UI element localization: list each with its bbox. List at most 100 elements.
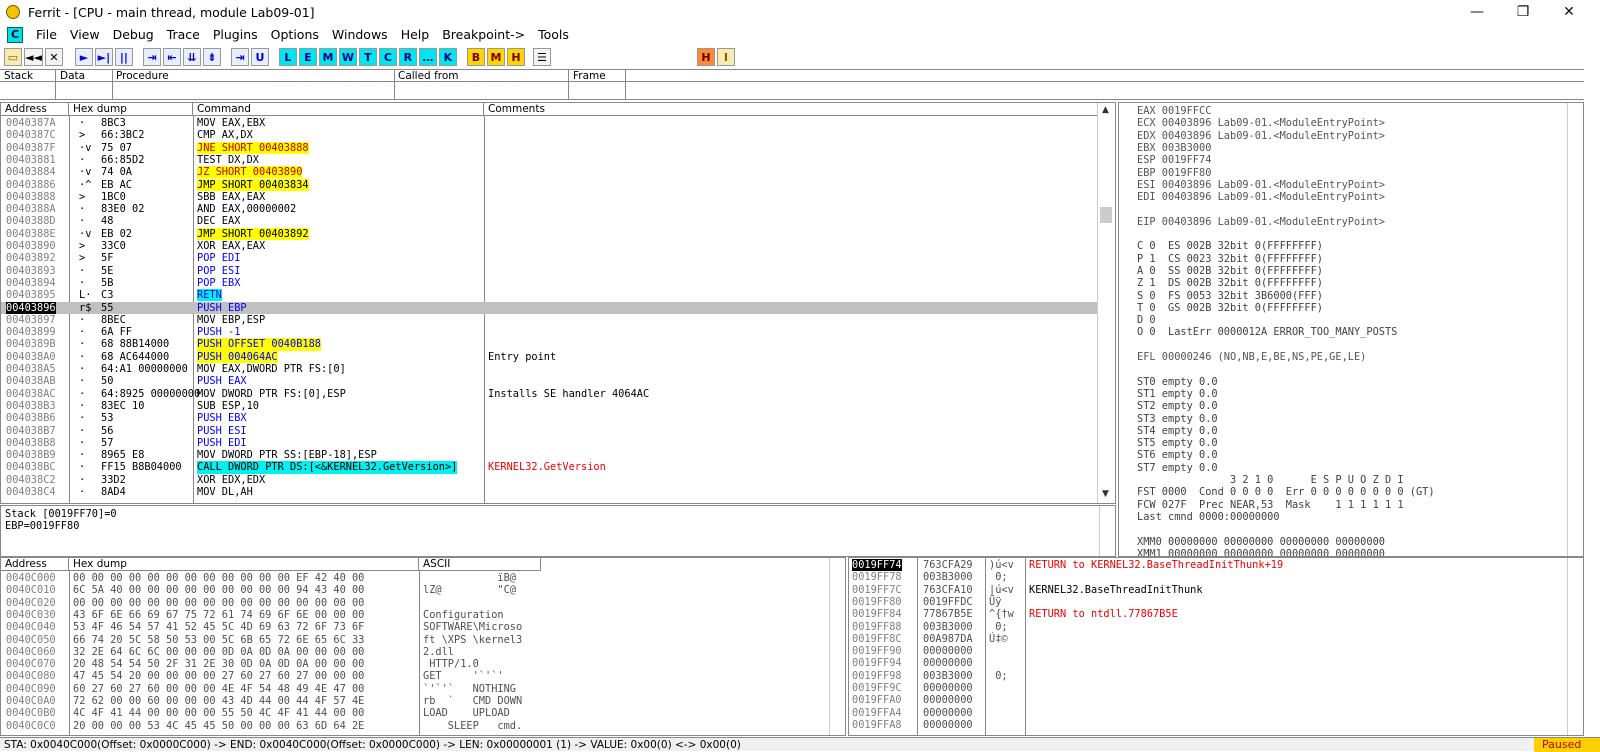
cpu-window-button[interactable]: C: [378, 48, 397, 66]
trace-into-icon[interactable]: ⇊: [182, 48, 201, 66]
windows-window-button[interactable]: W: [338, 48, 357, 66]
threads-window-button[interactable]: T: [358, 48, 377, 66]
cpu-window-icon[interactable]: C: [7, 26, 23, 43]
dump-address-header[interactable]: Address: [1, 558, 69, 571]
dump-row[interactable]: 0040C020 00 00 00 00 00 00 00 00 00 00 00…: [1, 597, 831, 609]
disasm-row[interactable]: 004038B9 · 8965 E8 MOV DWORD PTR SS:[EBP-18…: [1, 449, 1097, 461]
info-pane[interactable]: Stack [0019FF70]=0 EBP=0019FF80: [0, 505, 1116, 557]
stack-row[interactable]: 0019FF7C 763CFA10 |ú<v KERNEL32.BaseThreadI…: [849, 584, 1567, 596]
dump-row[interactable]: 0040C090 60 27 60 27 60 00 00 00 4E 4F 54…: [1, 683, 831, 695]
stack-row[interactable]: 0019FF9C 00000000: [849, 682, 1567, 694]
stack-row[interactable]: 0019FFA0 00000000: [849, 694, 1567, 706]
toolbar-h-button[interactable]: H: [696, 48, 715, 66]
registers-pane[interactable]: EAX 0019FFCC ECX 00403896 Lab09-01.<Modul…: [1118, 102, 1584, 557]
disasm-row[interactable]: 00403892 >5F POP EDI: [1, 252, 1097, 264]
scroll-thumb[interactable]: [1100, 207, 1112, 223]
execute-till-user-code-icon[interactable]: U: [250, 48, 269, 66]
dump-row[interactable]: 0040C070 20 48 54 54 50 2F 31 2E 30 0D 0A…: [1, 658, 831, 670]
dump-scrollbar[interactable]: [829, 558, 845, 735]
stack-row[interactable]: 0019FF74 763CFA29)ú<v RETURN to KERNEL32.B…: [849, 559, 1567, 572]
menu-help[interactable]: Help: [401, 27, 430, 42]
frame-col-header[interactable]: Frame: [573, 70, 606, 82]
references-window-button[interactable]: R: [398, 48, 417, 66]
disasm-row[interactable]: 0040388A · 83E0 02 AND EAX,00000002: [1, 203, 1097, 215]
disasm-row[interactable]: 0040387C >66:3BC2 CMP AX,DX: [1, 129, 1097, 141]
disasm-row[interactable]: 004038B6 · 53 PUSH EBX: [1, 412, 1097, 424]
stack-row[interactable]: 0019FFA4 00000000: [849, 707, 1567, 719]
stack-row[interactable]: 0019FF98 003B3000 0;: [849, 670, 1567, 682]
open-folder-icon[interactable]: ▭: [4, 48, 22, 66]
disasm-row[interactable]: 004038B3 · 83EC 10 SUB ESP,10: [1, 400, 1097, 412]
menu-file[interactable]: File: [36, 27, 57, 42]
disasm-row[interactable]: 004038B7 · 56 PUSH ESI: [1, 425, 1097, 437]
dump-row[interactable]: 0040C080 47 45 54 20 00 00 00 00 27 60 27…: [1, 670, 831, 682]
dump-ascii-header[interactable]: ASCII: [419, 558, 541, 571]
menu-debug[interactable]: Debug: [113, 27, 154, 42]
breakpoints-window-button[interactable]: B: [466, 48, 485, 66]
registers-scrollbar[interactable]: [1567, 103, 1583, 556]
disasm-row[interactable]: 004038BC · FF15 B8B04000 CALL DWORD PTR DS:…: [1, 461, 1097, 474]
stack-row[interactable]: 0019FF88 003B3000 0;: [849, 621, 1567, 633]
stack-row[interactable]: 0019FF80 0019FFDC Üÿ: [849, 596, 1567, 608]
disasm-row[interactable]: 00403890 >33C0 XOR EAX,EAX: [1, 240, 1097, 252]
dump-row[interactable]: 0040C010 6C 5A 40 00 00 00 00 00 00 00 00…: [1, 584, 831, 596]
restore-button[interactable]: ❐: [1500, 0, 1546, 24]
disasm-row[interactable]: 004038A0 · 68 AC644000 PUSH 004064AC Entry p…: [1, 350, 1097, 363]
disasm-row[interactable]: 004038C2 · 33D2 XOR EDX,EDX: [1, 474, 1097, 486]
close-process-icon[interactable]: ✕: [44, 48, 63, 66]
run-trace-window-button[interactable]: …: [418, 48, 437, 66]
disasm-row[interactable]: 004038AB · 50 PUSH EAX: [1, 375, 1097, 387]
disasm-row[interactable]: 0040387F ·v 75 07 JNE SHORT 00403888: [1, 141, 1097, 154]
stack-row[interactable]: 0019FF78 003B3000 0;: [849, 571, 1567, 583]
dump-row[interactable]: 0040C040 53 4F 46 54 57 41 52 45 5C 4D 69…: [1, 621, 831, 633]
dump-row[interactable]: 0040C0B0 4C 4F 41 44 00 00 00 00 55 50 4C…: [1, 707, 831, 719]
dump-hex-header[interactable]: Hex dump: [69, 558, 419, 571]
disasm-row[interactable]: 00403895 L· C3 RETN: [1, 289, 1097, 302]
disasm-row[interactable]: 00403888 >1BC0 SBB EAX,EAX: [1, 191, 1097, 203]
disasm-row[interactable]: 004038A5 · 64:A1 00000000 MOV EAX,DWORD PTR…: [1, 363, 1097, 375]
step-into-icon[interactable]: ⇥: [142, 48, 161, 66]
trace-over-icon[interactable]: ⇟: [202, 48, 221, 66]
stack-pane[interactable]: 0019FF74 763CFA29)ú<v RETURN to KERNEL32.B…: [848, 557, 1584, 736]
memory-window-button[interactable]: M: [318, 48, 337, 66]
dump-row[interactable]: 0040C060 32 2E 64 6C 6C 00 00 00 0D 0A 0D…: [1, 646, 831, 658]
step-over-icon[interactable]: ⇤: [162, 48, 181, 66]
menu-plugins[interactable]: Plugins: [213, 27, 258, 42]
memory-breakpoints-button[interactable]: M: [486, 48, 505, 66]
hardware-breakpoints-button[interactable]: H: [506, 48, 525, 66]
modules-window-button[interactable]: E: [298, 48, 317, 66]
dump-row[interactable]: 0040C0C0 20 00 00 00 53 4C 45 45 50 00 00…: [1, 720, 831, 732]
disasm-row[interactable]: 00403886 ·^ EB AC JMP SHORT 00403834: [1, 178, 1097, 191]
dump-row[interactable]: 0040C0A0 72 62 00 00 60 00 00 00 43 4D 44…: [1, 695, 831, 707]
menu-tools[interactable]: Tools: [538, 27, 569, 42]
disasm-row[interactable]: 0040387A · 8BC3 MOV EAX,EBX: [1, 117, 1097, 129]
disasm-row[interactable]: 004038AC · 64:8925 00000000 MOV DWORD PTR F…: [1, 388, 1097, 400]
stack-scrollbar[interactable]: [1567, 558, 1583, 735]
stack-row[interactable]: 0019FF90 00000000: [849, 645, 1567, 657]
disasm-row[interactable]: 0040388D · 48 DEC EAX: [1, 215, 1097, 227]
disasm-row[interactable]: 00403896 r$ 55 PUSH EBP: [1, 301, 1097, 314]
menu-windows[interactable]: Windows: [332, 27, 388, 42]
comments-col-header[interactable]: Comments: [484, 103, 1098, 116]
menu-options[interactable]: Options: [271, 27, 319, 42]
disasm-row[interactable]: 00403897 · 8BEC MOV EBP,ESP: [1, 314, 1097, 326]
command-col-header[interactable]: Command: [193, 103, 484, 116]
run-icon[interactable]: ►: [74, 48, 93, 66]
stack-row[interactable]: 0019FF8C 00A987DA Ú‡©: [849, 633, 1567, 645]
address-col-header[interactable]: Address: [1, 103, 69, 116]
hexdump-col-header[interactable]: Hex dump: [69, 103, 193, 116]
disasm-row[interactable]: 00403881 · 66:85D2 TEST DX,DX: [1, 154, 1097, 166]
call-stack-pane[interactable]: [0, 82, 1584, 100]
disassembly-scrollbar[interactable]: ▲ ▼: [1097, 103, 1115, 503]
list-icon[interactable]: ☰: [532, 48, 551, 66]
scroll-up-icon[interactable]: ▲: [1102, 105, 1109, 115]
dump-row[interactable]: 0040C050 66 74 20 5C 58 50 53 00 5C 6B 65…: [1, 634, 831, 646]
dump-row[interactable]: 0040C000 00 00 00 00 00 00 00 00 00 00 00…: [1, 572, 831, 584]
menu-breakpoint[interactable]: Breakpoint->: [442, 27, 525, 42]
memory-dump-pane[interactable]: Address Hex dump ASCII 0040C000 00 00 00 …: [0, 557, 846, 736]
called-from-col-header[interactable]: Called from: [398, 70, 459, 82]
disassembly-pane[interactable]: Address Hex dump Command Comments 004038…: [0, 102, 1116, 504]
disasm-row[interactable]: 004038B8 · 57 PUSH EDI: [1, 437, 1097, 449]
stack-row[interactable]: 0019FF84 77867B5E ^{†w RETURN to ntdll.7786…: [849, 608, 1567, 620]
stack-row[interactable]: 0019FFA8 00000000: [849, 719, 1567, 731]
